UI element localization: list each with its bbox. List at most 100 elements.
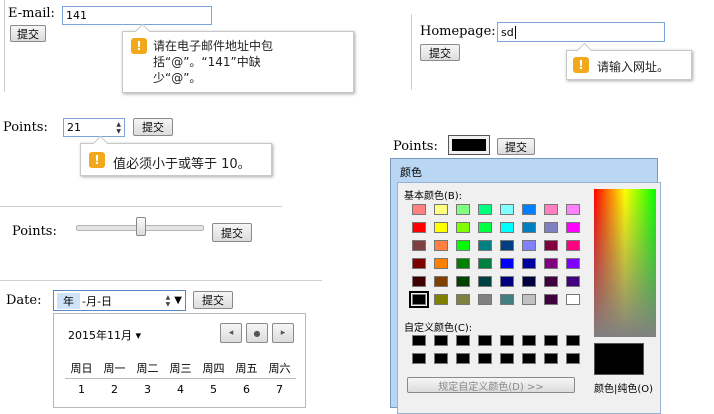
basic-color-swatch[interactable]	[434, 222, 448, 233]
basic-color-swatch[interactable]	[522, 276, 536, 287]
basic-color-swatch[interactable]	[522, 222, 536, 233]
basic-color-swatch[interactable]	[566, 258, 580, 269]
prev-month-button[interactable]: ◂	[220, 323, 242, 343]
custom-color-swatch[interactable]	[456, 353, 470, 364]
basic-color-swatch[interactable]	[456, 240, 470, 251]
spin-up-icon[interactable]: ▲	[116, 121, 121, 128]
calendar-month-selector[interactable]: 2015年11月 ▾	[68, 327, 141, 343]
basic-color-swatch[interactable]	[544, 240, 558, 251]
basic-color-swatch[interactable]	[500, 294, 514, 305]
basic-color-swatch[interactable]	[412, 276, 426, 287]
calendar-day[interactable]: 1	[65, 379, 98, 400]
basic-color-swatch[interactable]	[434, 294, 448, 305]
basic-color-swatch[interactable]	[566, 222, 580, 233]
basic-color-swatch[interactable]	[456, 204, 470, 215]
date-submit-button[interactable]: 提交	[193, 291, 233, 309]
points-color-submit-button[interactable]: 提交	[497, 138, 535, 155]
define-custom-colors-button[interactable]: 规定自定义颜色(D) >>	[407, 377, 575, 393]
basic-color-swatch[interactable]	[478, 240, 492, 251]
basic-color-swatch[interactable]	[456, 222, 470, 233]
basic-color-swatch[interactable]	[434, 204, 448, 215]
custom-color-swatch[interactable]	[522, 335, 536, 346]
date-year-segment[interactable]: 年	[57, 292, 80, 309]
homepage-submit-button[interactable]: 提交	[420, 44, 460, 61]
basic-color-swatch[interactable]	[544, 204, 558, 215]
next-month-button[interactable]: ▸	[272, 323, 294, 343]
spin-down-icon[interactable]: ▼	[116, 128, 121, 135]
date-spinner[interactable]: ▲ ▼	[166, 294, 171, 308]
basic-color-swatch[interactable]	[478, 294, 492, 305]
custom-color-swatch[interactable]	[566, 335, 580, 346]
custom-color-swatch[interactable]	[544, 353, 558, 364]
calendar-day[interactable]: 6	[230, 379, 263, 400]
basic-color-swatch[interactable]	[478, 276, 492, 287]
basic-color-swatch[interactable]	[500, 240, 514, 251]
today-button[interactable]: ●	[246, 323, 268, 343]
color-spectrum-picker[interactable]	[594, 189, 656, 337]
spin-down-icon[interactable]: ▼	[166, 301, 171, 308]
calendar-day[interactable]: 4	[164, 379, 197, 400]
custom-color-swatch[interactable]	[456, 335, 470, 346]
calendar-day[interactable]: 7	[263, 379, 296, 400]
basic-color-swatch[interactable]	[412, 222, 426, 233]
custom-color-swatch[interactable]	[478, 335, 492, 346]
basic-color-swatch[interactable]	[434, 276, 448, 287]
basic-color-swatch[interactable]	[412, 204, 426, 215]
basic-color-swatch[interactable]	[566, 276, 580, 287]
basic-color-swatch[interactable]	[456, 294, 470, 305]
custom-color-swatch[interactable]	[500, 353, 514, 364]
basic-color-swatch[interactable]	[478, 258, 492, 269]
custom-color-swatch[interactable]	[412, 335, 426, 346]
basic-color-swatch[interactable]	[456, 276, 470, 287]
custom-color-swatch[interactable]	[522, 353, 536, 364]
custom-color-swatch[interactable]	[434, 353, 448, 364]
calendar-day[interactable]: 2	[98, 379, 131, 400]
basic-color-swatch[interactable]	[412, 240, 426, 251]
calendar-day[interactable]: 5	[197, 379, 230, 400]
basic-color-swatch[interactable]	[412, 258, 426, 269]
basic-color-swatch[interactable]	[409, 291, 429, 308]
basic-color-swatch[interactable]	[522, 258, 536, 269]
email-submit-button[interactable]: 提交	[10, 25, 46, 42]
date-label: Date:	[6, 293, 42, 308]
basic-color-swatch[interactable]	[544, 294, 558, 305]
calendar-day[interactable]: 3	[131, 379, 164, 400]
date-input[interactable]: 年 -月-日 ▲ ▼ ▼	[53, 290, 186, 311]
basic-color-swatch[interactable]	[544, 222, 558, 233]
basic-color-swatch[interactable]	[500, 222, 514, 233]
basic-color-swatch[interactable]	[566, 240, 580, 251]
dropdown-arrow-icon[interactable]: ▼	[174, 295, 182, 306]
custom-color-swatch[interactable]	[412, 353, 426, 364]
color-value-swatch	[452, 139, 486, 151]
basic-color-swatch[interactable]	[500, 276, 514, 287]
homepage-input[interactable]: sd	[497, 22, 665, 42]
points-number-input[interactable]: 21 ▲ ▼	[63, 118, 125, 137]
custom-color-swatch[interactable]	[478, 353, 492, 364]
spin-up-icon[interactable]: ▲	[166, 294, 171, 301]
points-range-thumb[interactable]	[136, 217, 146, 236]
basic-color-swatch[interactable]	[478, 204, 492, 215]
basic-color-swatch[interactable]	[566, 294, 580, 305]
custom-color-swatch[interactable]	[500, 335, 514, 346]
custom-color-swatch[interactable]	[544, 335, 558, 346]
custom-color-swatch[interactable]	[566, 353, 580, 364]
date-rest-segment[interactable]: -月-日	[82, 293, 112, 309]
basic-color-swatch[interactable]	[544, 276, 558, 287]
basic-color-swatch[interactable]	[456, 258, 470, 269]
basic-color-swatch[interactable]	[434, 258, 448, 269]
basic-color-swatch[interactable]	[544, 258, 558, 269]
basic-color-swatch[interactable]	[566, 204, 580, 215]
points-number-submit-button[interactable]: 提交	[133, 118, 173, 136]
points-range-submit-button[interactable]: 提交	[212, 223, 252, 242]
points-color-input[interactable]	[448, 135, 490, 155]
basic-color-swatch[interactable]	[522, 204, 536, 215]
spinner-arrows[interactable]: ▲ ▼	[116, 121, 121, 135]
basic-color-swatch[interactable]	[500, 258, 514, 269]
basic-color-swatch[interactable]	[522, 240, 536, 251]
basic-color-swatch[interactable]	[522, 294, 536, 305]
email-input[interactable]: 141	[62, 6, 212, 25]
custom-color-swatch[interactable]	[434, 335, 448, 346]
basic-color-swatch[interactable]	[500, 204, 514, 215]
basic-color-swatch[interactable]	[434, 240, 448, 251]
basic-color-swatch[interactable]	[478, 222, 492, 233]
